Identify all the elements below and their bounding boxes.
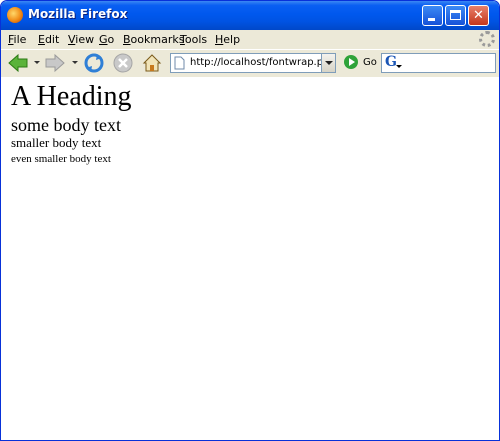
minimize-button[interactable] [422,5,443,26]
forward-arrow-icon[interactable] [44,52,66,74]
close-button[interactable]: ✕ [468,5,489,26]
page-heading: A Heading [11,81,132,112]
back-arrow-icon[interactable] [7,52,29,74]
forward-history-dropdown-icon[interactable] [72,61,78,64]
menu-tools[interactable]: Tools [180,33,207,46]
window-title: Mozilla Firefox [28,7,128,21]
maximize-icon [450,10,461,20]
address-url: http://localhost/fontwrap.php [190,57,336,68]
address-bar[interactable]: http://localhost/fontwrap.php [170,53,336,73]
browser-window: Mozilla Firefox ✕ File Edit View Go Book… [0,0,500,441]
reload-icon[interactable] [83,52,105,74]
menu-bar: File Edit View Go Bookmarks Tools Help [1,30,499,49]
menu-edit[interactable]: Edit [38,33,59,46]
go-arrow-glyph [349,58,355,66]
chevron-down-icon [325,61,333,65]
smaller-body-text: smaller body text [11,135,102,150]
menu-bookmarks[interactable]: Bookmarks [123,33,184,46]
page-content: A Heading some body text smaller body te… [1,77,499,440]
even-smaller-body-text: even smaller body text [11,153,111,165]
navigation-toolbar: http://localhost/fontwrap.php Go G [1,49,499,78]
address-dropdown-button[interactable] [321,53,336,73]
body-text: some body text [11,115,121,135]
maximize-button[interactable] [445,5,466,26]
throbber-icon [479,31,495,47]
minimize-icon [428,18,435,21]
stop-icon[interactable] [112,52,134,74]
menu-go[interactable]: Go [99,33,114,46]
go-icon[interactable] [344,55,358,69]
go-button[interactable]: Go [363,57,377,68]
firefox-icon [7,7,23,23]
close-icon: ✕ [473,8,484,23]
title-bar[interactable]: Mozilla Firefox ✕ [1,1,499,30]
menu-file[interactable]: File [8,33,26,46]
search-engine-dropdown-icon[interactable] [396,65,402,68]
menu-help[interactable]: Help [215,33,240,46]
search-input[interactable]: G [381,53,496,73]
menu-view[interactable]: View [68,33,94,46]
page-icon [174,56,185,70]
back-history-dropdown-icon[interactable] [34,61,40,64]
home-icon[interactable] [141,52,163,74]
